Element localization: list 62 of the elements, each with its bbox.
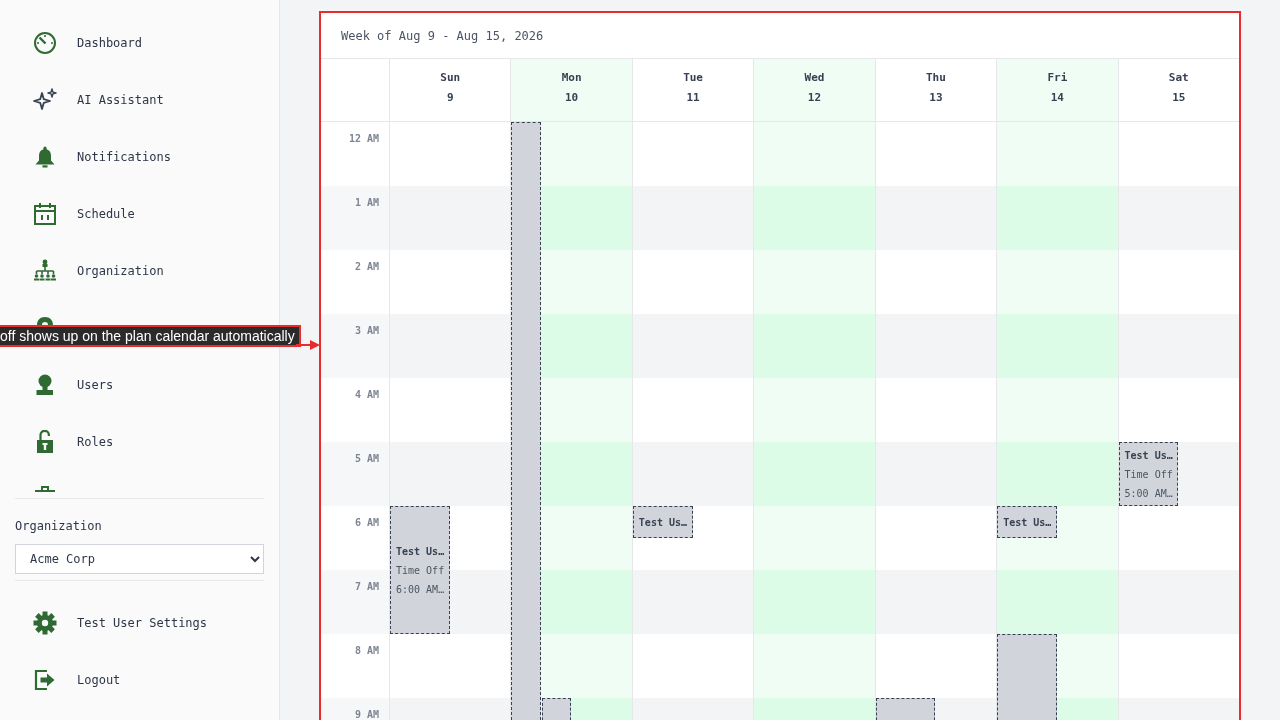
event-block[interactable] [541, 698, 572, 720]
arrow-icon [296, 339, 320, 351]
calendar-title: Week of Aug 9 - Aug 15, 2026 [341, 28, 544, 43]
nav-item[interactable] [33, 486, 57, 492]
gear-icon [33, 610, 57, 635]
time-label: 12 AM [348, 133, 379, 144]
event-block[interactable]: Test Us… Time Off 6:00 AM… [390, 506, 450, 634]
gauge-icon [33, 30, 57, 55]
day-date: 11 [686, 91, 700, 105]
day-name: Mon [561, 71, 582, 85]
event-title: Test Us… [1124, 448, 1173, 463]
organization-select[interactable]: Acme Corp [15, 544, 264, 574]
time-label: 7 AM [354, 581, 379, 592]
day-name: Tue [683, 71, 703, 85]
day-date: 10 [565, 91, 579, 105]
event-type: Time Off [396, 563, 445, 578]
day-name: Thu [926, 71, 946, 85]
day-name: Wed [804, 71, 825, 85]
nav-item[interactable]: Notifications [23, 136, 181, 177]
day-name: Sat [1168, 71, 1189, 85]
nav-item[interactable]: Roles [23, 421, 124, 462]
day-date: 15 [1172, 91, 1186, 105]
time-label: 8 AM [354, 645, 379, 656]
day-date: 9 [446, 91, 454, 105]
nav-item[interactable]: Logout [23, 659, 131, 700]
event-time: 5:00 AM… [1124, 486, 1173, 501]
time-label: 2 AM [354, 261, 379, 272]
day-date: 13 [929, 91, 943, 105]
event-title: Test Us… [396, 544, 445, 559]
event-type: Time Off [1124, 467, 1173, 482]
nav-item[interactable]: Dashboard [23, 22, 153, 63]
time-label: 5 AM [354, 453, 379, 464]
clipped-icon [33, 486, 57, 492]
nav-item[interactable]: Users [23, 364, 124, 405]
event-time: 6:00 AM… [396, 582, 445, 597]
event-title: Test Us… [1003, 515, 1052, 530]
bell-icon [33, 144, 57, 169]
nav-item[interactable]: AI Assistant [23, 79, 174, 120]
time-label: 9 AM [354, 709, 379, 720]
time-label: 4 AM [354, 389, 379, 400]
nav-item[interactable]: Schedule [23, 193, 145, 234]
sparkles-icon [33, 87, 57, 112]
day-date: 12 [807, 91, 822, 105]
nav-item[interactable]: Test User Settings [23, 602, 218, 643]
time-label: 3 AM [354, 325, 379, 336]
event-block[interactable] [997, 634, 1057, 720]
day-name: Sun [440, 71, 461, 85]
callout-tooltip: off shows up on the plan calendar automatically [0, 325, 301, 347]
time-label: 6 AM [354, 517, 379, 528]
calendar-icon [33, 201, 57, 226]
day-date: 14 [1050, 91, 1064, 105]
nav-item[interactable]: Organization [23, 250, 174, 291]
event-title: Test Us… [638, 515, 687, 530]
event-block[interactable]: Test Us… Time Off 5:00 AM… [1118, 442, 1179, 506]
day-name: Fri [1047, 71, 1068, 85]
org-chart-icon [33, 258, 57, 283]
logout-icon [33, 667, 57, 692]
event-block[interactable]: Test Us… [997, 506, 1057, 538]
event-block[interactable] [511, 122, 541, 720]
field-label: Organization [15, 519, 102, 534]
event-block[interactable] [875, 698, 936, 720]
time-label: 1 AM [354, 197, 379, 208]
